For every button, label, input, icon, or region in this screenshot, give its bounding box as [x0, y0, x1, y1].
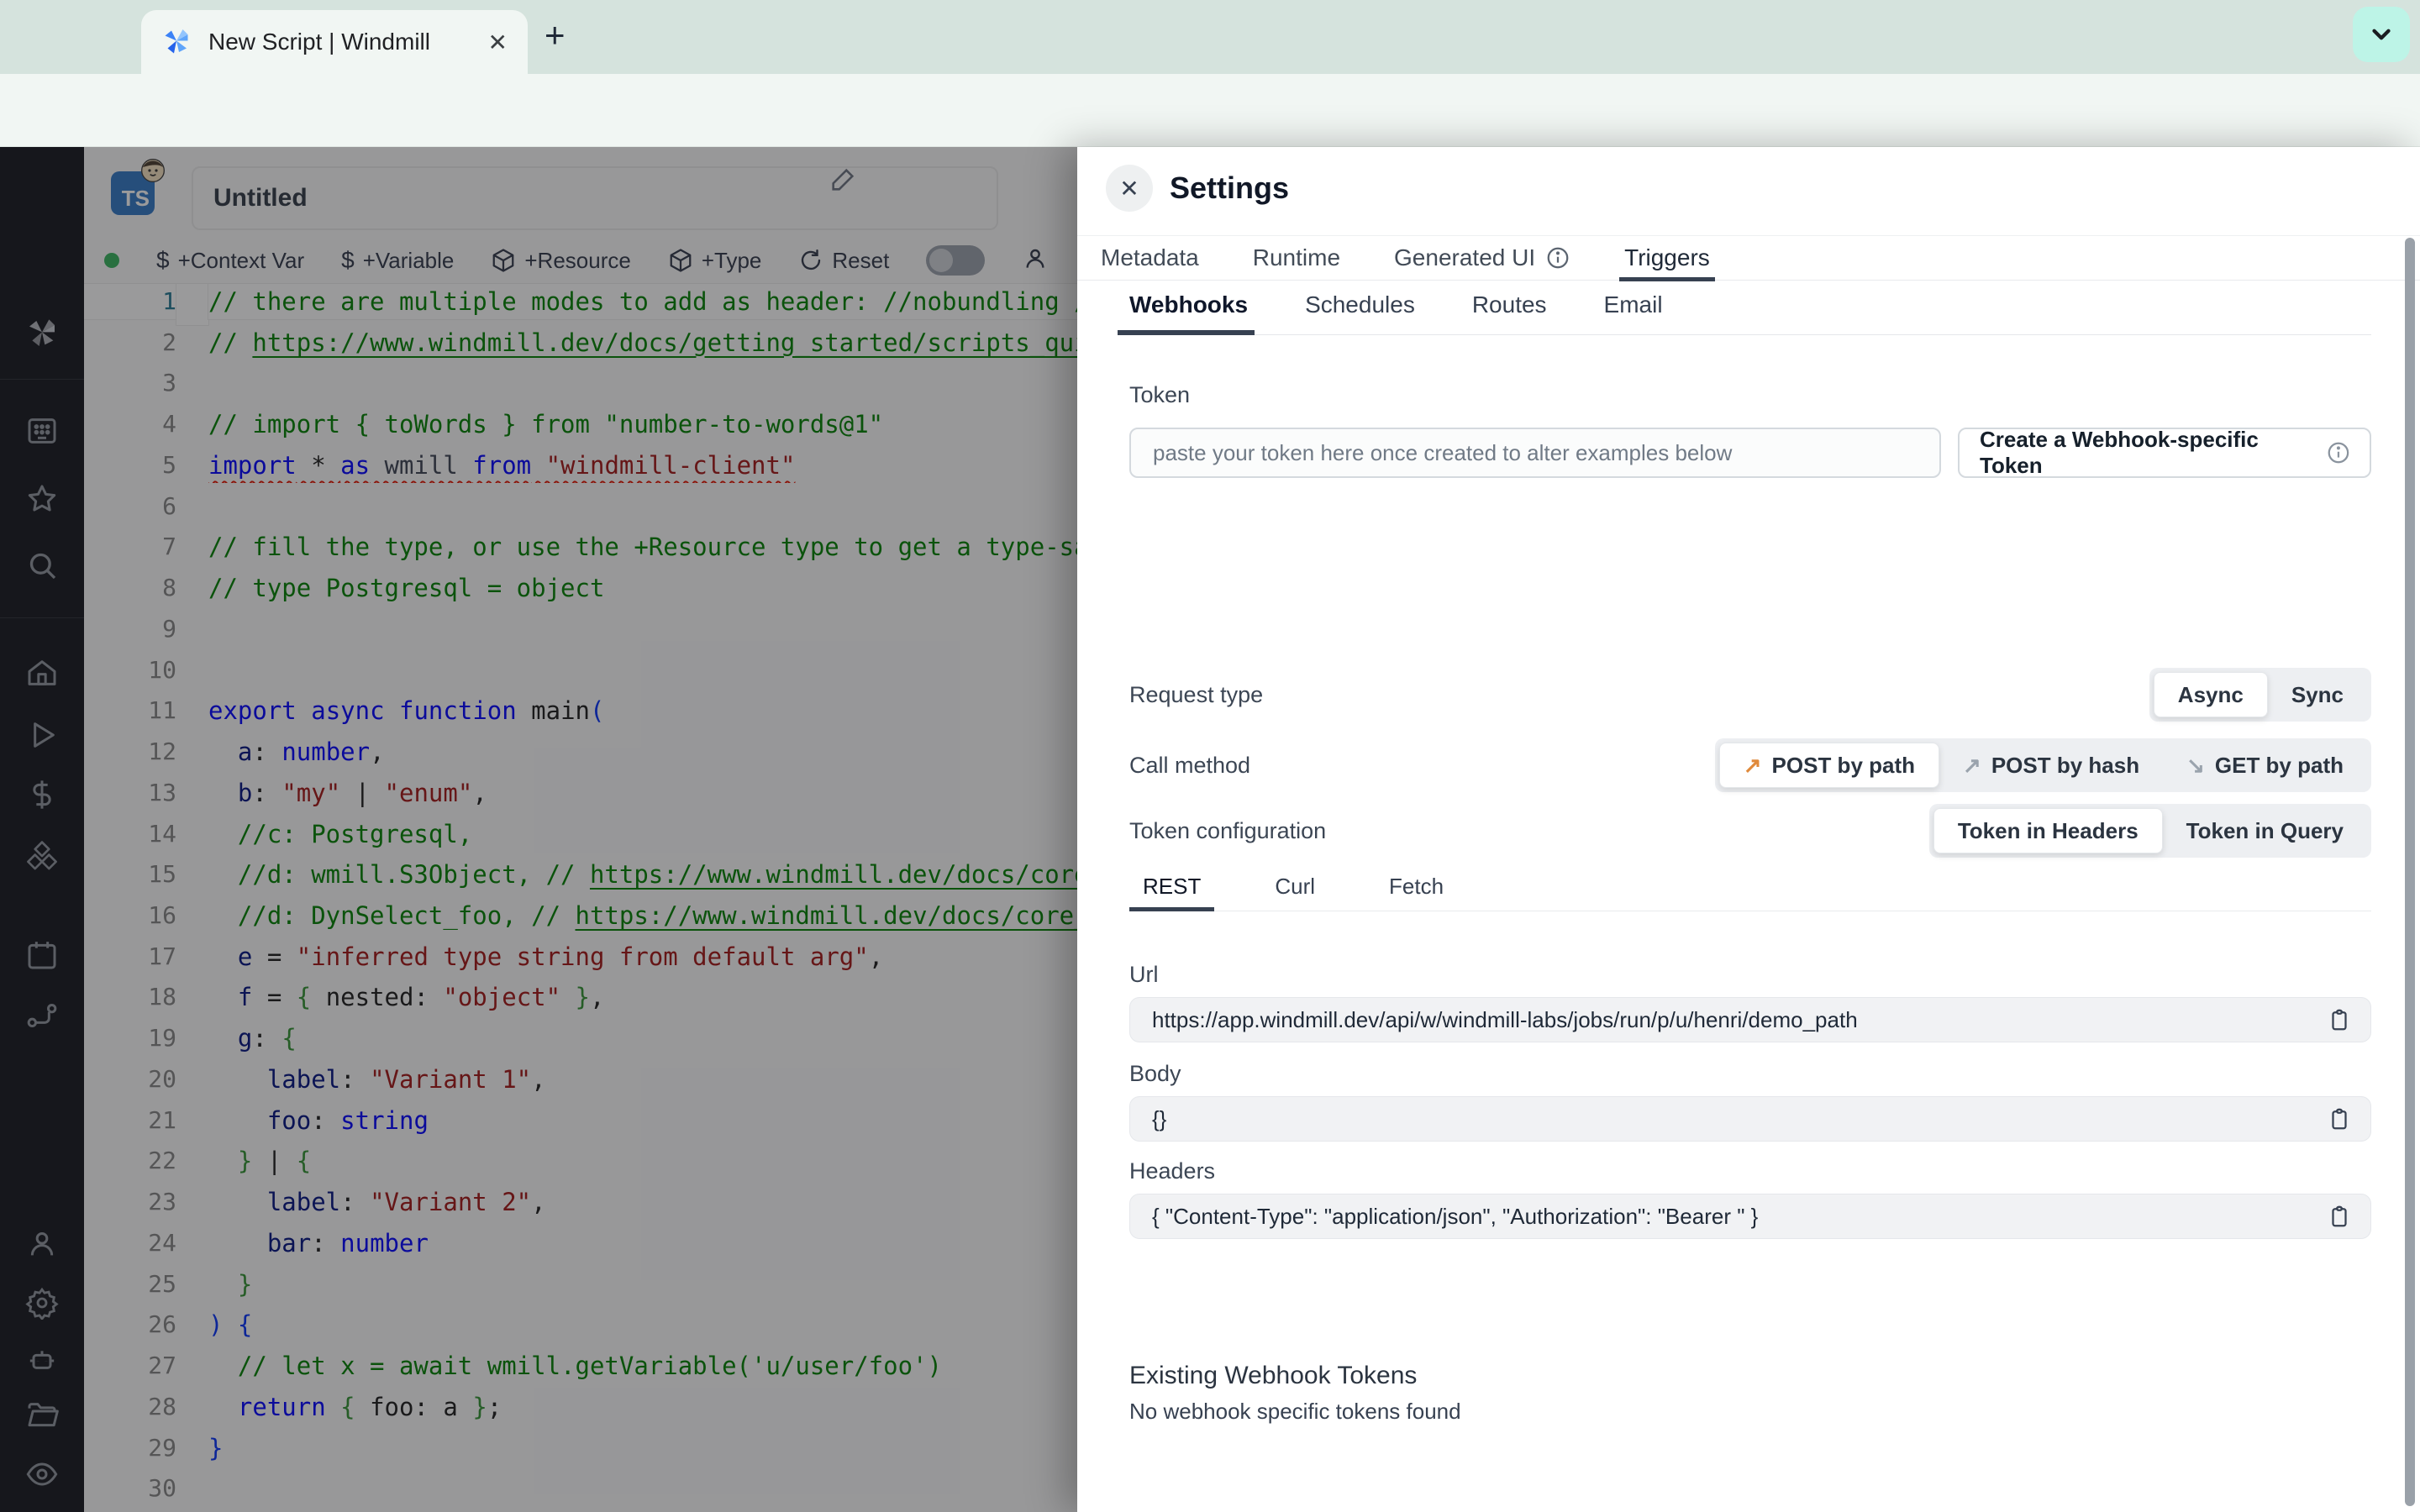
- call-method-get-by-path[interactable]: ↘ GET by path: [2163, 743, 2367, 788]
- url-value: https://app.windmill.dev/api/w/windmill-…: [1152, 1006, 1858, 1032]
- token-in-query[interactable]: Token in Query: [2163, 808, 2367, 853]
- token-config-segmented: Token in Headers Token in Query: [1928, 804, 2371, 858]
- call-method-label: Call method: [1129, 752, 1251, 778]
- existing-tokens-title: Existing Webhook Tokens: [1129, 1362, 1418, 1389]
- url-label: Url: [1129, 962, 1159, 987]
- call-method-post-by-path-label: POST by path: [1771, 752, 1916, 778]
- tab-metadata[interactable]: Metadata: [1101, 235, 1199, 281]
- url-field[interactable]: https://app.windmill.dev/api/w/windmill-…: [1129, 997, 2371, 1042]
- example-tab-bar: REST Curl Fetch: [1129, 869, 2371, 911]
- token-row: Create a Webhook-specific Token: [1129, 427, 2371, 478]
- tab-triggers[interactable]: Triggers: [1619, 235, 1715, 281]
- browser-tab[interactable]: New Script | Windmill ✕: [141, 10, 528, 74]
- request-type-row: Request type Async Sync: [1129, 668, 2371, 722]
- headers-field[interactable]: { "Content-Type": "application/json", "A…: [1129, 1194, 2371, 1239]
- modal-backdrop[interactable]: [0, 147, 1077, 1512]
- body-value: {}: [1152, 1105, 1167, 1131]
- request-type-sync[interactable]: Sync: [2268, 672, 2367, 717]
- settings-panel: ✕ Settings Metadata Runtime Generated UI…: [1077, 147, 2420, 1512]
- settings-tab-bar: Metadata Runtime Generated UI Triggers: [1077, 235, 2420, 281]
- copy-icon: [2332, 1108, 2347, 1130]
- browser-tabstrip: New Script | Windmill ✕ +: [0, 0, 2420, 74]
- tab-email[interactable]: Email: [1604, 281, 1663, 335]
- triggers-content: Webhooks Schedules Routes Email Token Cr…: [1117, 281, 2371, 1512]
- new-tab-button[interactable]: +: [544, 15, 566, 55]
- panel-scrollbar[interactable]: [2405, 238, 2415, 1506]
- body-label: Body: [1129, 1061, 1181, 1086]
- create-webhook-token-label: Create a Webhook-specific Token: [1980, 427, 2259, 478]
- arrow-up-right-icon: ↗: [1743, 752, 1762, 778]
- info-icon: [2328, 442, 2349, 464]
- tab-routes[interactable]: Routes: [1472, 281, 1547, 335]
- body-field[interactable]: {}: [1129, 1096, 2371, 1142]
- window-chevron-button[interactable]: [2353, 7, 2410, 62]
- chevron-down-icon: [2372, 29, 2391, 40]
- token-config-label: Token configuration: [1129, 817, 1327, 843]
- call-method-row: Call method ↗ POST by path ↗ POST by has…: [1129, 738, 2371, 792]
- trigger-tab-bar: Webhooks Schedules Routes Email: [1117, 281, 2371, 335]
- tab-generated-ui[interactable]: Generated UI: [1394, 235, 1570, 281]
- tab-curl[interactable]: Curl: [1261, 869, 1328, 911]
- windmill-app: TS Untitled $ +Context Var $ +Variable +…: [0, 147, 2420, 1512]
- arrow-down-right-icon: ↘: [2186, 752, 2205, 778]
- request-type-label: Request type: [1129, 681, 1264, 707]
- copy-icon: [2332, 1205, 2347, 1227]
- tab-schedules[interactable]: Schedules: [1305, 281, 1415, 335]
- screen: New Script | Windmill ✕ + ← → ⟳ app.wind…: [0, 0, 2420, 1512]
- headers-value: { "Content-Type": "application/json", "A…: [1152, 1203, 1759, 1229]
- request-type-segmented: Async Sync: [2149, 668, 2371, 722]
- token-in-headers[interactable]: Token in Headers: [1933, 808, 2163, 853]
- tab-title: New Script | Windmill: [208, 29, 430, 55]
- call-method-post-by-hash[interactable]: ↗ POST by hash: [1939, 743, 2163, 788]
- browser-toolbar: ← → ⟳ app.windmill.dev/scripts/add#JTdCJ…: [0, 74, 2420, 211]
- headers-label: Headers: [1129, 1158, 1216, 1184]
- token-label: Token: [1129, 382, 1191, 407]
- copy-icon: [2332, 1009, 2347, 1031]
- settings-title: Settings: [1170, 171, 1290, 205]
- arrow-up-right-icon: ↗: [1963, 752, 1981, 778]
- tab-webhooks[interactable]: Webhooks: [1117, 281, 1255, 335]
- tab-runtime[interactable]: Runtime: [1253, 235, 1340, 281]
- token-input[interactable]: [1129, 428, 1941, 478]
- call-method-get-by-path-label: GET by path: [2214, 752, 2344, 778]
- token-config-row: Token configuration Token in Headers Tok…: [1129, 804, 2371, 858]
- windmill-favicon-icon: [161, 27, 192, 57]
- info-icon: [1547, 247, 1569, 269]
- tab-fetch[interactable]: Fetch: [1376, 869, 1457, 911]
- existing-tokens-empty: No webhook specific tokens found: [1129, 1399, 1461, 1424]
- call-method-post-by-hash-label: POST by hash: [1991, 752, 2140, 778]
- tab-rest[interactable]: REST: [1129, 869, 1215, 911]
- call-method-post-by-path[interactable]: ↗ POST by path: [1718, 743, 1940, 788]
- tab-generated-ui-label: Generated UI: [1394, 244, 1536, 270]
- close-settings-button[interactable]: ✕: [1106, 165, 1153, 212]
- tab-close-icon[interactable]: ✕: [488, 29, 508, 56]
- create-webhook-token-button[interactable]: Create a Webhook-specific Token: [1958, 427, 2371, 478]
- request-type-async[interactable]: Async: [2153, 672, 2268, 717]
- call-method-segmented: ↗ POST by path ↗ POST by hash ↘ GET by p…: [1714, 738, 2371, 792]
